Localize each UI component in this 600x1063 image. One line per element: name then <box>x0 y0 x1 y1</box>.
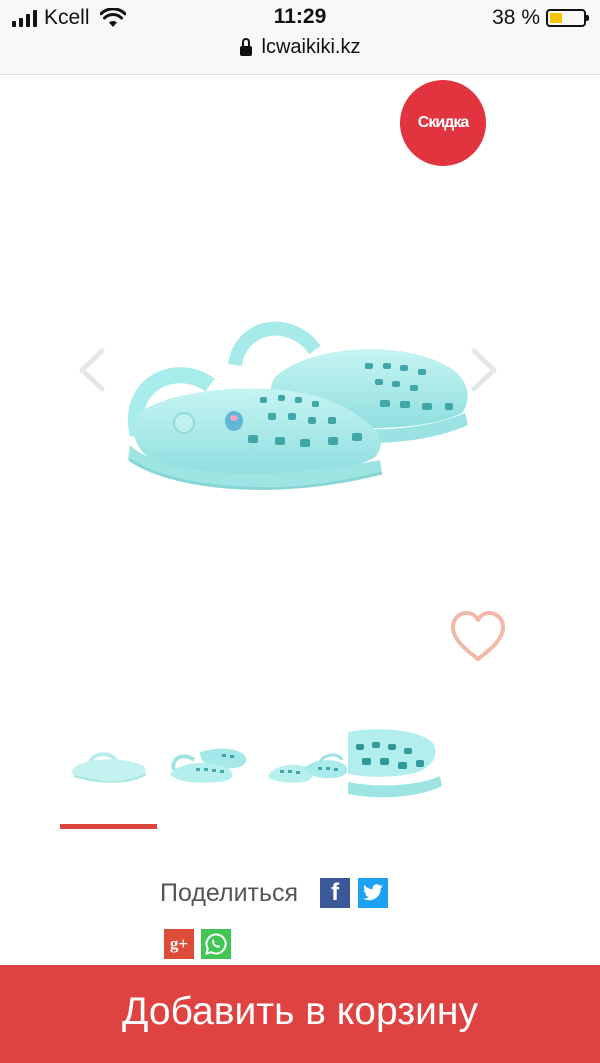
battery-icon <box>546 9 589 27</box>
thumbnail-3[interactable] <box>260 722 356 812</box>
active-thumbnail-indicator <box>60 824 157 829</box>
battery-percentage: 38 % <box>492 6 540 29</box>
url-text[interactable]: lcwaikiki.kz <box>262 36 361 59</box>
google-plus-glyph: g+ <box>169 934 189 953</box>
google-plus-share-icon[interactable]: g+ <box>164 929 194 959</box>
add-to-cart-button[interactable]: Добавить в корзину <box>0 965 600 1063</box>
discount-badge: Скидка <box>400 80 486 166</box>
share-section-row-2: g+ <box>164 929 231 959</box>
whatsapp-phone-icon <box>205 933 227 955</box>
thumbnail-1[interactable] <box>60 722 156 812</box>
product-image[interactable] <box>100 305 480 505</box>
address-bar[interactable]: lcwaikiki.kz <box>0 36 600 59</box>
share-label: Поделиться <box>160 878 299 907</box>
twitter-share-icon[interactable] <box>358 878 389 908</box>
product-gallery: Скидка <box>0 75 600 685</box>
facebook-share-icon[interactable]: f <box>320 878 351 908</box>
favorite-heart-icon[interactable] <box>448 609 508 665</box>
lock-icon <box>239 37 252 57</box>
share-section: Поделиться f <box>160 878 389 908</box>
status-right: 38 % <box>492 6 589 30</box>
whatsapp-share-icon[interactable] <box>201 929 231 959</box>
thumbnail-2[interactable] <box>160 722 256 812</box>
twitter-bird-icon <box>363 884 383 901</box>
battery-fill <box>550 13 562 23</box>
thumbnail-strip <box>60 722 600 832</box>
thumbnail-4[interactable] <box>348 722 444 808</box>
facebook-glyph: f <box>331 879 340 906</box>
status-bar: Kcell 11:29 38 % lcwaikiki.kz <box>0 0 600 75</box>
